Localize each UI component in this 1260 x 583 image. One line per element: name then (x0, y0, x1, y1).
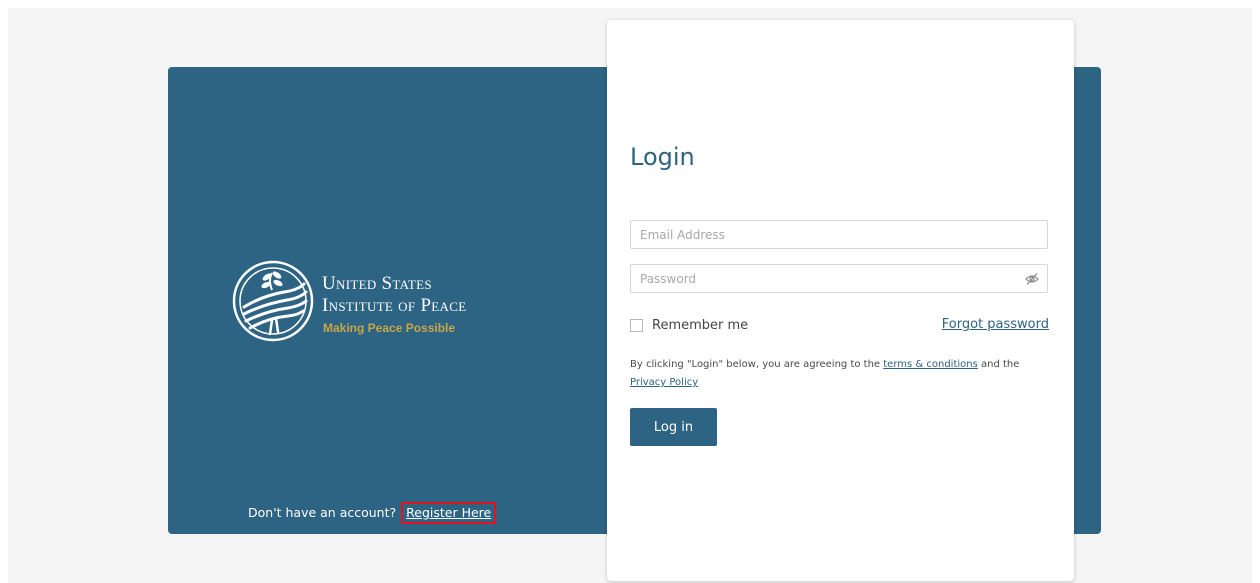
login-card: Login Remember me Forgot password By cli… (607, 20, 1074, 581)
register-prompt-row: Don't have an account? Register Here (248, 502, 497, 524)
register-here-link[interactable]: Register Here (401, 502, 497, 524)
privacy-policy-link[interactable]: Privacy Policy (630, 377, 698, 388)
email-input[interactable] (631, 221, 1047, 248)
remember-me-row: Remember me (630, 316, 748, 334)
remember-me-checkbox[interactable] (630, 318, 643, 332)
usip-logo: United States Institute of Peace Making … (232, 260, 522, 344)
forgot-password-link[interactable]: Forgot password (942, 316, 1049, 334)
terms-prefix-text: By clicking "Login" below, you are agree… (630, 359, 881, 370)
logo-name-line2: Institute of Peace (322, 295, 467, 316)
logo-name-line1: United States (322, 273, 432, 294)
password-input[interactable] (631, 265, 1047, 292)
log-in-button[interactable]: Log in (630, 408, 717, 446)
logo-tagline: Making Peace Possible (323, 321, 456, 335)
remember-me-label: Remember me (652, 317, 749, 333)
terms-notice: By clicking "Login" below, you are agree… (630, 356, 1055, 392)
terms-conditions-link[interactable]: terms & conditions (883, 359, 978, 370)
register-prompt-text: Don't have an account? (248, 505, 397, 520)
email-field (630, 220, 1048, 249)
terms-and-text: and the (981, 359, 1020, 370)
eye-slash-icon[interactable] (1025, 272, 1039, 286)
password-field (630, 264, 1048, 293)
usip-dove-emblem-icon (232, 260, 314, 342)
login-title: Login (630, 143, 695, 171)
